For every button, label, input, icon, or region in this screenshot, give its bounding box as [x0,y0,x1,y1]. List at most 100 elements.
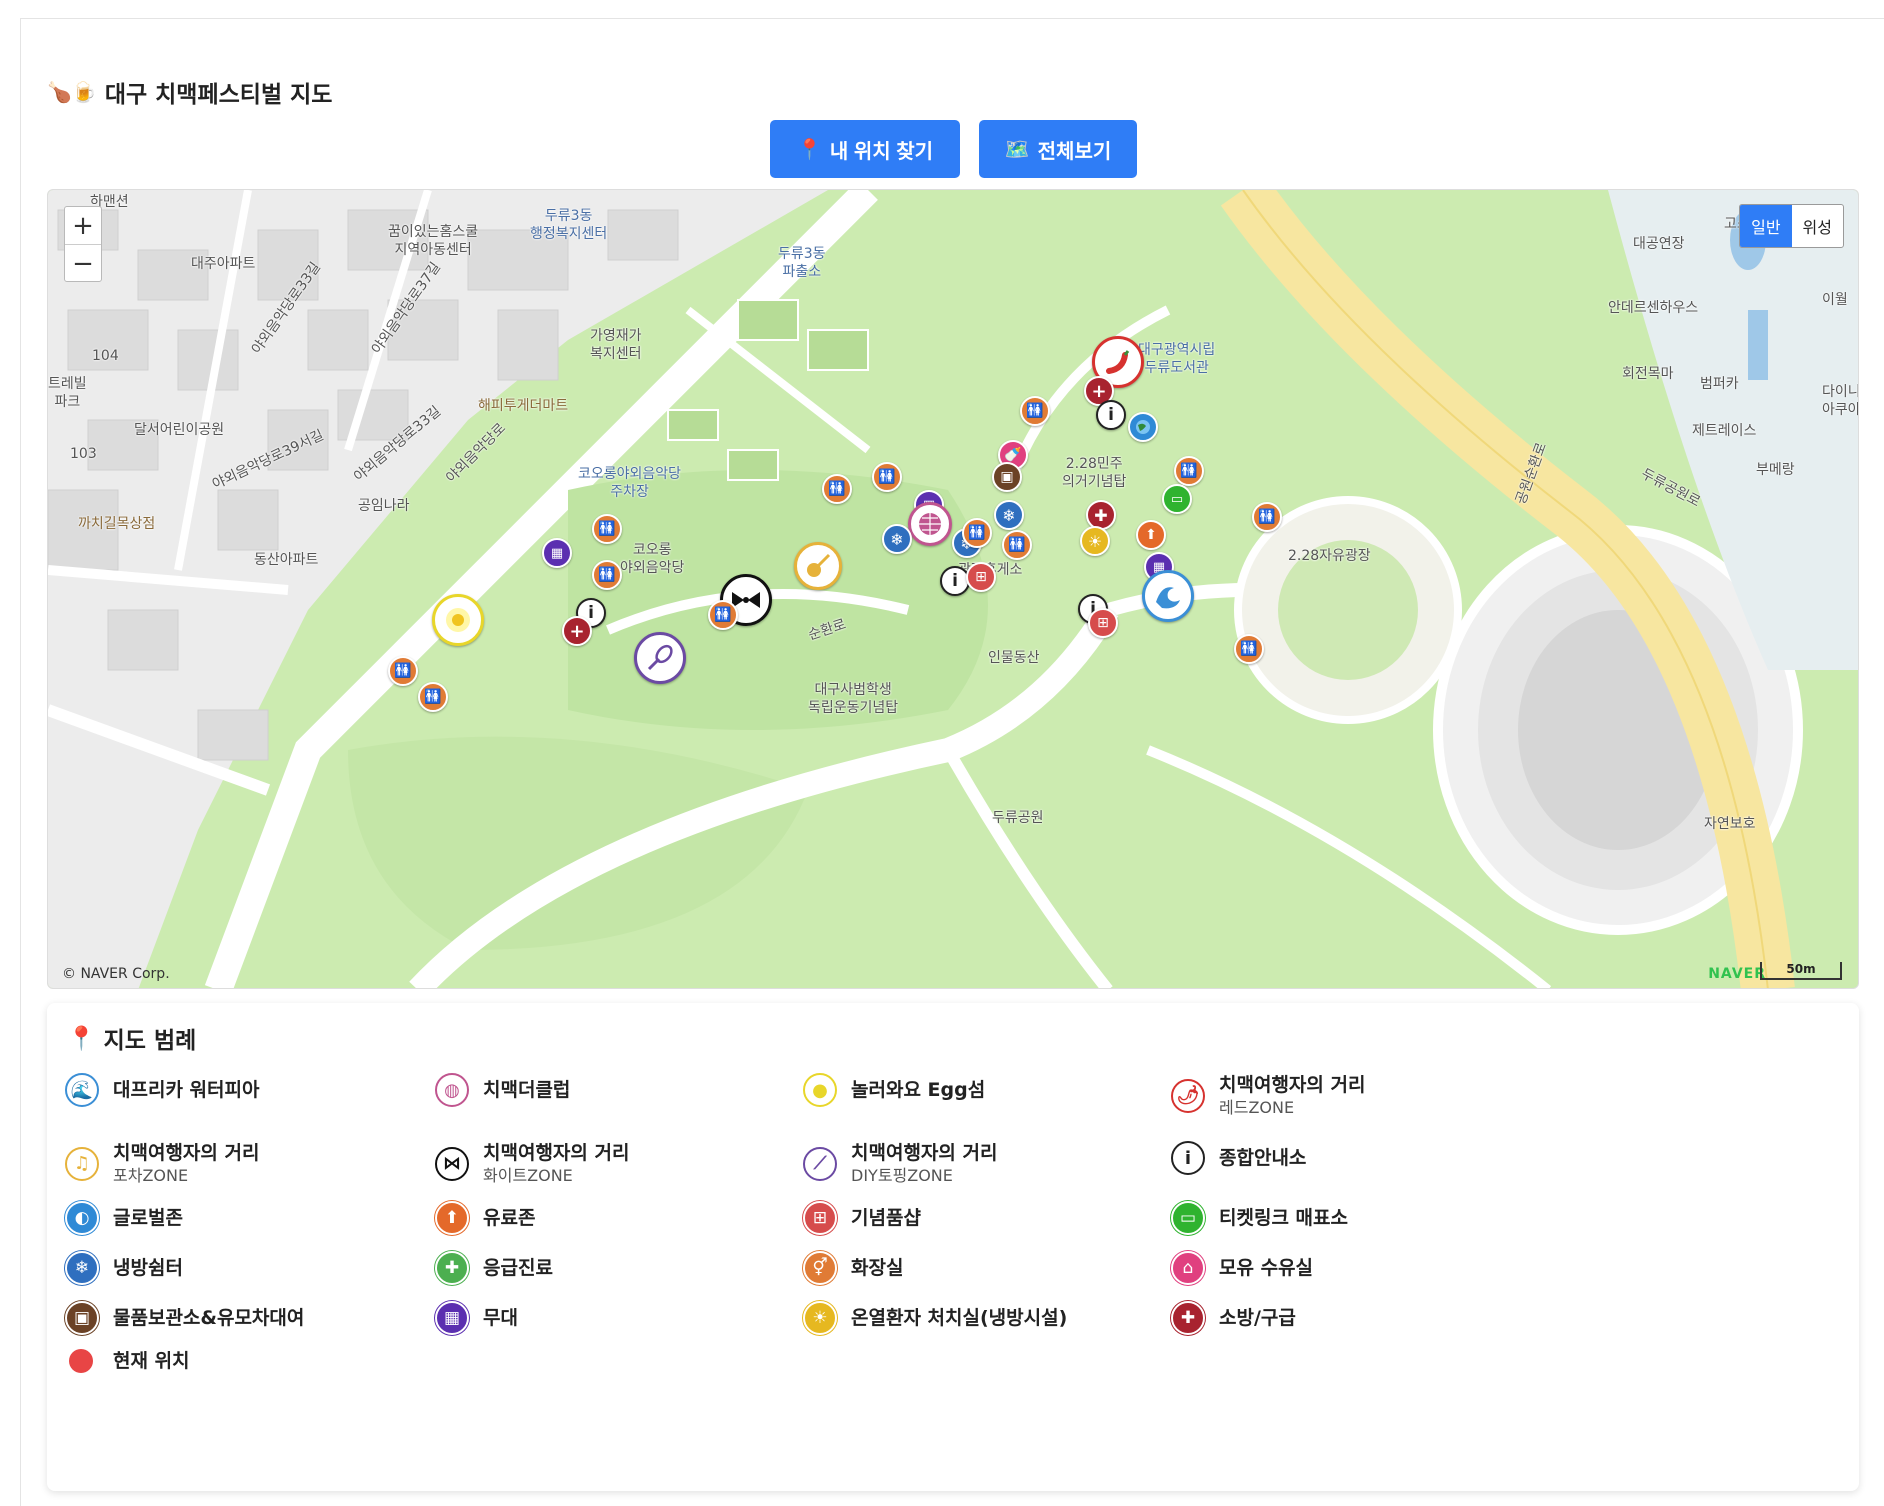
legend-item: ◐ 글로벌존 [65,1201,183,1235]
legend-item: ◍ 치맥더클럽 [435,1073,570,1107]
map-type-satellite-button[interactable]: 위성 [1792,205,1843,247]
legend-item-label: 치맥여행자의 거리 [851,1142,998,1164]
legend-item-label: 기념품샵 [851,1206,921,1229]
legend-item: ▣ 물품보관소&유모차대여 [65,1301,304,1335]
legend-item: ⌂ 모유 수유실 [1171,1251,1313,1285]
map-scale-bar: 50m [1760,962,1842,980]
legend-item: ⬆ 유료존 [435,1201,535,1235]
map-marker-restroom-11[interactable]: 🚻 [592,560,622,590]
map-marker-restroom-9[interactable]: 🚻 [708,600,738,630]
map-marker-restroom-2[interactable]: 🚻 [1174,456,1204,486]
legend-item-sublabel: 화이트ZONE [483,1165,573,1185]
chicken-beer-icon: 🍗🍺 [47,80,97,104]
water-icon: 🌊 [65,1073,99,1107]
legend-item: i 종합안내소 [1171,1141,1306,1175]
map-marker-ticket[interactable]: ▭ [1162,484,1192,514]
map-marker-info-2[interactable]: i [940,566,970,596]
map-marker-restroom-12[interactable]: 🚻 [388,656,418,686]
map-label-memorial-228: 2.28민주 의거기념탑 [1062,456,1127,490]
legend-item-label: 물품보관소&유모차대여 [113,1306,305,1329]
map-label-e-world: 이월 [1822,292,1848,308]
map-marker-paid-zone[interactable]: ⬆ [1136,520,1166,550]
map-marker-disco[interactable] [908,502,952,546]
map-copyright: © NAVER Corp. [62,966,170,982]
egg-icon: ● [803,1073,837,1107]
map-marker-gift-2[interactable]: ⊞ [1088,608,1118,638]
map-marker-stage-3[interactable]: ▦ [542,538,572,568]
pin-icon: 📍 [796,138,822,161]
map-type-switch: 일반 위성 [1739,204,1844,248]
map-icon: 🗺️ [1004,138,1030,161]
legend-item: ✚ 응급진료 [435,1251,553,1285]
guitar-icon: ♫ [65,1146,99,1181]
legend-title: 📍 지도 범례 [67,1021,196,1055]
map-marker-restroom-6[interactable]: 🚻 [962,518,992,548]
map-marker-egg[interactable] [432,594,484,646]
page-container: 🍗🍺 대구 치맥페스티벌 지도 📍 내 위치 찾기 🗺️ 전체보기 하맨션 꿈이… [20,18,1884,1506]
map-marker-restroom-8[interactable]: 🚻 [1234,634,1264,664]
map-marker-snowflake[interactable]: ❄ [882,524,912,554]
legend-item: ❄ 냉방쉼터 [65,1251,183,1285]
locker-icon: ▣ [65,1301,99,1335]
map-marker-gift[interactable]: ⊞ [966,562,996,592]
legend-item-label: 치맥여행자의 거리 [1219,1074,1366,1096]
map-label-bumper: 범퍼카 [1700,376,1739,392]
disco-ball-icon: ◍ [435,1073,469,1107]
map-marker-restroom-10[interactable]: 🚻 [592,514,622,544]
legend-item-label: 응급진료 [483,1256,553,1279]
zoom-out-button[interactable]: − [65,245,101,283]
zoom-control: + − [64,206,102,282]
snowflake-icon: ❄ [65,1251,99,1285]
paid-zone-icon: ⬆ [435,1201,469,1235]
find-my-location-label: 내 위치 찾기 [829,140,934,163]
map-marker-restroom-3[interactable]: 🚻 [1252,502,1282,532]
map-label-square-228: 2.28자유광장 [1288,548,1371,564]
map-marker-whisk[interactable] [634,632,686,684]
view-all-button[interactable]: 🗺️ 전체보기 [979,120,1137,178]
bowtie-icon: ⋈ [435,1146,469,1181]
legend-title-text: 지도 범례 [103,1028,197,1054]
legend-item-label: 치맥여행자의 거리 [483,1142,630,1164]
map-label-inmul: 인물동산 [988,650,1040,666]
map-view[interactable]: 하맨션 꿈이있는홈스쿨 지역아동센터 두류3동 행정복지센터 대주아파트 두류3… [47,189,1859,989]
legend-item-label: 치맥더클럽 [483,1078,571,1101]
map-label-dongsan-apt: 동산아파트 [254,552,319,568]
legend-item-label: 대프리카 워터피아 [113,1078,260,1101]
legend-item: 현재 위치 [65,1349,190,1374]
map-marker-restroom-5[interactable]: 🚻 [872,462,902,492]
map-label-nature: 자연보호 [1704,816,1756,832]
map-label-library: 대구광역시립 두류도서관 [1138,342,1216,376]
current-location-icon [69,1349,93,1374]
map-label-anderson: 안데르센하우스 [1608,300,1699,316]
legend-item: 🌶 치맥여행자의 거리 레드ZONE [1171,1073,1365,1118]
map-marker-water[interactable] [1142,570,1194,622]
map-marker-info[interactable]: i [1096,400,1126,430]
zoom-in-button[interactable]: + [65,207,101,245]
map-label-kolon-hall: 코오롱 야외음악당 [620,542,685,576]
sun-icon: ☀ [803,1301,837,1335]
legend-item: ▭ 티켓링크 매표소 [1171,1201,1348,1235]
view-all-label: 전체보기 [1037,140,1112,163]
map-marker-restroom-13[interactable]: 🚻 [418,682,448,712]
legend-item-label: 티켓링크 매표소 [1219,1206,1348,1229]
map-marker-guitar[interactable] [794,542,842,590]
map-marker-sun[interactable]: ☀ [1080,526,1110,556]
page-title: 🍗🍺 대구 치맥페스티벌 지도 [47,75,332,109]
legend-item: ✚ 소방/구급 [1171,1301,1296,1335]
map-label-terrell: 트레빌 파크 [48,376,87,410]
map-type-normal-button[interactable]: 일반 [1740,205,1792,247]
map-marker-fire-aid-2[interactable]: + [562,616,592,646]
map-marker-restroom[interactable]: 🚻 [1020,396,1050,426]
gift-icon: ⊞ [803,1201,837,1235]
find-my-location-button[interactable]: 📍 내 위치 찾기 [770,120,960,178]
pin-icon: 📍 [67,1025,96,1052]
map-label-daeju-apt: 대주아파트 [191,256,256,272]
map-marker-locker[interactable]: ▣ [992,462,1022,492]
map-marker-snowflake-3[interactable]: ❄ [994,500,1024,530]
legend-item: ⋈ 치맥여행자의 거리 화이트ZONE [435,1141,629,1186]
map-label-duryu3-admin: 두류3동 행정복지센터 [530,208,608,242]
map-marker-globe[interactable] [1128,412,1158,442]
legend-item: ● 놀러와요 Egg섬 [803,1073,985,1107]
map-marker-restroom-4[interactable]: 🚻 [822,474,852,504]
map-marker-restroom-7[interactable]: 🚻 [1002,530,1032,560]
